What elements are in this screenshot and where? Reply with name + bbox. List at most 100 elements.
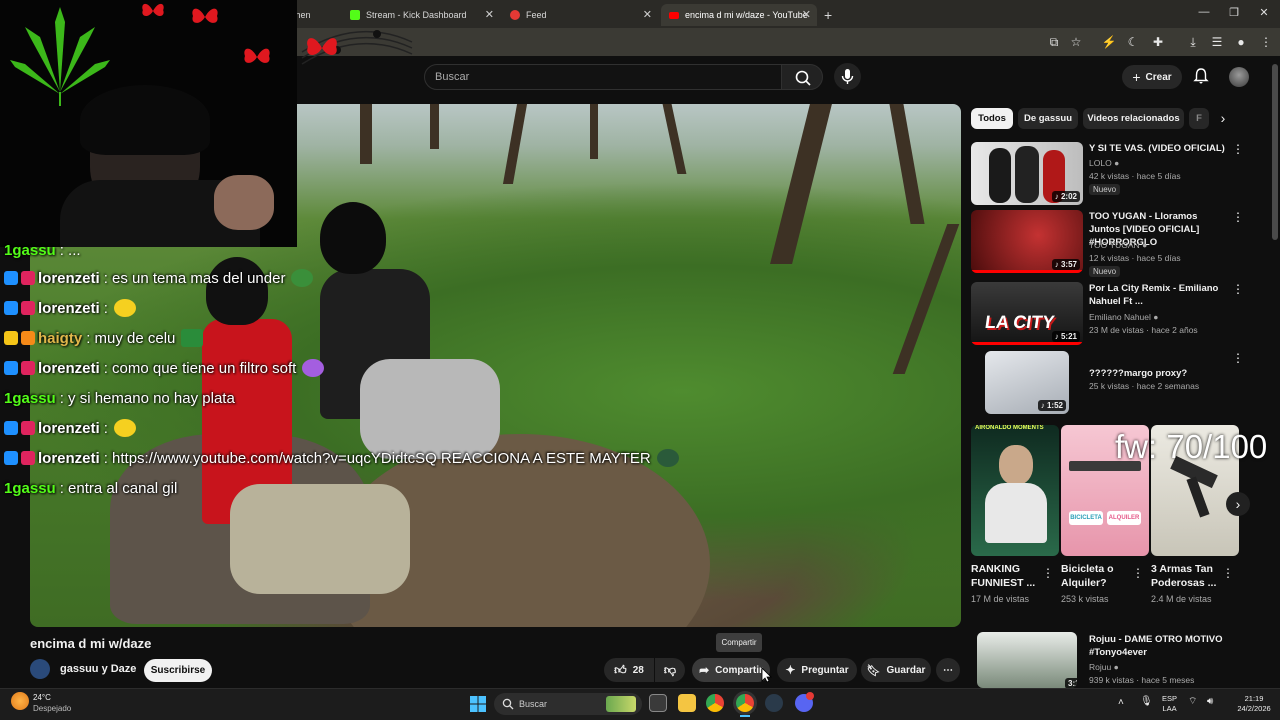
- video-title[interactable]: ??????margo proxy?: [1089, 367, 1229, 380]
- new-badge: Nuevo: [1089, 266, 1121, 277]
- notifications-bell-icon[interactable]: [1192, 67, 1210, 85]
- chat-message: haigty : muy de celu: [4, 326, 204, 350]
- short-thumbnail[interactable]: AIRONALDO MOMENTS: [971, 425, 1059, 556]
- search-icon: [795, 70, 811, 86]
- ask-button[interactable]: ✦ Preguntar: [777, 658, 857, 682]
- create-button[interactable]: + Crear: [1122, 65, 1182, 89]
- weather-temp[interactable]: 24°C: [33, 693, 51, 702]
- video-thumbnail[interactable]: ♪ 1:52: [985, 351, 1069, 414]
- sparkle-icon: ✦: [785, 663, 796, 677]
- minimize-icon[interactable]: —: [1194, 6, 1214, 18]
- close-window-icon[interactable]: ✕: [1254, 6, 1274, 19]
- chip-more[interactable]: F: [1189, 108, 1209, 129]
- download-icon[interactable]: ⤓: [1185, 34, 1201, 50]
- short-option-label: ALQUILER: [1107, 511, 1141, 525]
- like-button[interactable]: 👍︎ 28: [604, 658, 654, 682]
- channel-name[interactable]: gassuu y Daze: [60, 663, 136, 675]
- chat-message: 1gassu : entra al canal gil: [4, 476, 177, 500]
- bookmark-star-icon[interactable]: ☆: [1068, 34, 1084, 50]
- clock[interactable]: 21:19 24/2/2026: [1234, 694, 1274, 714]
- voice-search-button[interactable]: [834, 63, 861, 90]
- chip-from-channel[interactable]: De gassuu: [1018, 108, 1078, 129]
- chat-message: lorenzeti : es un tema mas del under: [4, 266, 314, 290]
- video-duration: ♪ 2:02: [1051, 191, 1080, 202]
- shorts-next-chevron-icon[interactable]: ›: [1226, 492, 1250, 516]
- more-vertical-icon[interactable]: ⋮: [1232, 282, 1244, 296]
- badge-icon: [4, 451, 18, 465]
- chip-all[interactable]: Todos: [971, 108, 1013, 129]
- video-thumbnail[interactable]: ♪ 3:57: [971, 210, 1083, 273]
- more-vertical-icon[interactable]: ⋮: [1222, 566, 1234, 580]
- account-avatar[interactable]: [1229, 67, 1249, 87]
- notification-badge: [806, 692, 814, 700]
- close-tab-icon[interactable]: ✕: [643, 8, 652, 21]
- menu-dots-icon[interactable]: ⋮: [1258, 34, 1274, 50]
- chat-text: : y si hemano no hay plata: [59, 389, 235, 407]
- microphone-icon[interactable]: 🎙︎: [1140, 697, 1153, 707]
- video-title[interactable]: Por La City Remix - Emiliano Nahuel Ft .…: [1089, 282, 1229, 308]
- chrome-active-icon[interactable]: [736, 694, 754, 712]
- video-thumbnail[interactable]: LA CITY ♪ 5:21: [971, 282, 1083, 345]
- more-actions-button[interactable]: ⋯: [936, 658, 960, 682]
- steam-icon[interactable]: [765, 694, 783, 712]
- tray-overflow-icon[interactable]: ˄: [1118, 698, 1124, 708]
- install-app-icon[interactable]: ⧉: [1046, 34, 1062, 50]
- reading-list-icon[interactable]: ☰: [1209, 34, 1225, 50]
- short-title[interactable]: RANKING FUNNIEST ...: [971, 562, 1043, 590]
- extension-icon[interactable]: ⚡: [1101, 34, 1117, 50]
- channel-avatar[interactable]: [30, 659, 50, 679]
- restore-icon[interactable]: ❐: [1224, 6, 1244, 19]
- thumbnail-scene: [989, 148, 1011, 203]
- chat-message: lorenzeti :: [4, 296, 136, 320]
- browser-tab-feed[interactable]: Feed ✕: [502, 4, 658, 26]
- windows-start-icon[interactable]: [470, 696, 486, 712]
- video-meta: 42 k vistas · hace 5 días: [1089, 171, 1181, 181]
- close-tab-icon[interactable]: ✕: [485, 8, 494, 21]
- short-overlay-label: AIRONALDO MOMENTS: [975, 425, 1044, 431]
- video-title[interactable]: Rojuu - DAME OTRO MOTIVO #Tonyo4ever: [1089, 633, 1229, 659]
- video-thumbnail[interactable]: 3:16: [977, 632, 1077, 688]
- short-title[interactable]: 3 Armas Tan Poderosas ...: [1151, 562, 1223, 590]
- volume-icon[interactable]: 🔊︎: [1207, 697, 1213, 707]
- close-tab-icon[interactable]: ✕: [802, 8, 811, 21]
- more-vertical-icon[interactable]: ⋮: [1132, 566, 1144, 580]
- more-vertical-icon[interactable]: ⋮: [1232, 351, 1244, 365]
- extensions-puzzle-icon[interactable]: ✚: [1150, 34, 1166, 50]
- video-scene: [590, 104, 598, 159]
- dislike-button[interactable]: 👎︎: [655, 658, 685, 682]
- share-label: Compartir: [715, 664, 763, 676]
- dark-mode-icon[interactable]: ☾: [1125, 34, 1141, 50]
- profile-icon[interactable]: ●: [1233, 34, 1249, 50]
- chip-related[interactable]: Videos relacionados: [1083, 108, 1184, 129]
- share-button[interactable]: ➦ Compartir: [692, 658, 770, 682]
- more-vertical-icon[interactable]: ⋮: [1042, 566, 1054, 580]
- verified-icon: ●: [1153, 312, 1159, 322]
- video-title[interactable]: Y SI TE VAS. (VIDEO OFICIAL): [1089, 142, 1229, 155]
- short-title[interactable]: Bicicleta o Alquiler?: [1061, 562, 1133, 590]
- language-indicator[interactable]: ESP LAA: [1162, 694, 1177, 714]
- video-thumbnail[interactable]: ♪ 2:02: [971, 142, 1083, 205]
- task-view-icon[interactable]: [649, 694, 667, 712]
- save-button[interactable]: 🔖︎ Guardar: [861, 658, 931, 682]
- file-explorer-icon[interactable]: [678, 694, 696, 712]
- chat-text: : ...: [59, 241, 81, 259]
- search-button[interactable]: [781, 64, 823, 90]
- channel-text: LOLO: [1089, 158, 1112, 168]
- clock-time: 21:19: [1244, 694, 1264, 703]
- thumbnail-scene: [1015, 146, 1039, 203]
- page-scrollbar[interactable]: [1272, 64, 1278, 240]
- chrome-icon[interactable]: [706, 694, 724, 712]
- more-vertical-icon[interactable]: ⋮: [1232, 210, 1244, 224]
- search-input[interactable]: Buscar: [424, 64, 782, 90]
- weather-sun-icon[interactable]: [11, 692, 29, 710]
- browser-tab-youtube[interactable]: encima d mi w/daze - YouTube ✕: [661, 4, 817, 26]
- video-duration: 3:16: [1065, 678, 1077, 688]
- more-vertical-icon[interactable]: ⋮: [1232, 142, 1244, 156]
- wifi-icon[interactable]: ⌔: [1188, 697, 1197, 707]
- emoji-emote-icon: [113, 299, 136, 317]
- badge-icon: [21, 451, 35, 465]
- chevron-right-icon[interactable]: ›: [1212, 108, 1234, 129]
- subscribe-button[interactable]: Suscribirse: [144, 659, 212, 682]
- badge-icon: [21, 331, 35, 345]
- new-tab-icon[interactable]: +: [820, 4, 840, 26]
